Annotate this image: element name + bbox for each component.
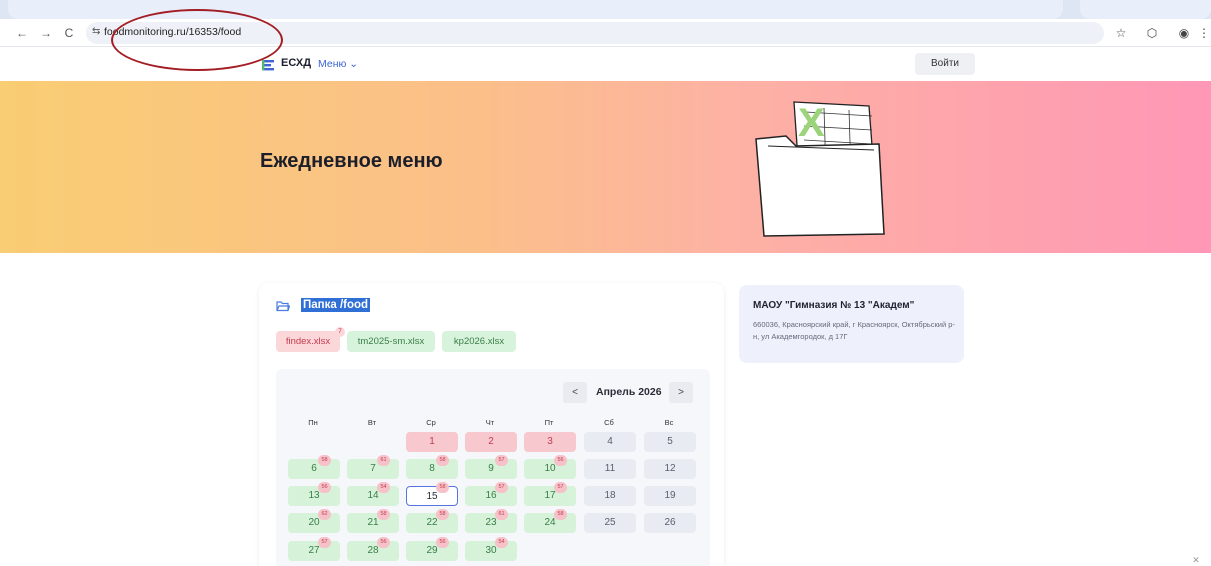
file-chip-kp2026[interactable]: kp2026.xlsx	[442, 331, 516, 352]
calendar-day[interactable]: 26	[644, 513, 696, 533]
calendar-day[interactable]: 1	[406, 432, 458, 452]
calendar-day-badge: 56	[554, 455, 567, 466]
browser-tab-active[interactable]	[8, 0, 1063, 19]
calendar-day[interactable]: 3	[524, 432, 576, 452]
calendar-day-badge: 61	[377, 455, 390, 466]
arrow-right-icon[interactable]: →	[38, 24, 54, 42]
profile-icon[interactable]: ◉	[1175, 23, 1193, 43]
calendar-prev-button[interactable]: <	[563, 382, 587, 403]
browser-toolbar: ← → C ⇆ foodmonitoring.ru/16353/food ☆ ⬡…	[0, 19, 1211, 47]
calendar-day-badge: 57	[318, 537, 331, 548]
calendar-next-button[interactable]: >	[669, 382, 693, 403]
calendar-day-badge: 54	[495, 537, 508, 548]
school-name: МАОУ "Гимназия № 13 "Академ"	[753, 300, 915, 311]
browser-tab[interactable]	[1080, 0, 1211, 19]
calendar-weekday: Ср	[426, 418, 436, 427]
calendar-day[interactable]: 28	[347, 541, 399, 561]
calendar-day[interactable]: 30	[465, 541, 517, 561]
calendar-day-badge: 58	[377, 509, 390, 520]
bookmark-star-icon[interactable]: ☆	[1112, 23, 1130, 43]
page-title: Ежедневное меню	[260, 150, 443, 172]
browser-tabstrip	[0, 0, 1211, 19]
calendar-day[interactable]: 12	[644, 459, 696, 479]
calendar-day[interactable]: 14	[347, 486, 399, 506]
url-text[interactable]: foodmonitoring.ru/16353/food	[104, 26, 241, 38]
calendar-day-selected[interactable]: 15	[406, 486, 458, 506]
calendar-day-badge: 57	[495, 455, 508, 466]
file-chip-findex[interactable]: findex.xlsx	[276, 331, 340, 352]
calendar-day-badge: 57	[554, 482, 567, 493]
logo-text[interactable]: ЕСХД	[281, 57, 311, 69]
calendar-day-badge: 56	[318, 482, 331, 493]
calendar-day[interactable]: 27	[288, 541, 340, 561]
calendar-day-badge: 62	[318, 509, 331, 520]
calendar-day[interactable]: 19	[644, 486, 696, 506]
calendar-day[interactable]: 4	[584, 432, 636, 452]
calendar-day-badge: 57	[495, 482, 508, 493]
calendar-day[interactable]: 24	[524, 513, 576, 533]
login-button[interactable]: Войти	[915, 53, 975, 75]
calendar-day[interactable]: 10	[524, 459, 576, 479]
calendar-day-badge: 58	[436, 482, 449, 493]
calendar-day[interactable]: 18	[584, 486, 636, 506]
calendar-day[interactable]: 2	[465, 432, 517, 452]
calendar-day-badge: 58	[318, 455, 331, 466]
calendar-weekday: Пн	[308, 418, 318, 427]
folder-open-icon	[276, 301, 290, 312]
calendar-day[interactable]: 17	[524, 486, 576, 506]
calendar-day[interactable]: 20	[288, 513, 340, 533]
arrow-left-icon[interactable]: ←	[14, 24, 30, 42]
extensions-icon[interactable]: ⬡	[1143, 23, 1161, 43]
calendar-day-badge: 58	[554, 509, 567, 520]
calendar-month-label: Апрель 2026	[596, 386, 662, 398]
calendar-day[interactable]: 6	[288, 459, 340, 479]
site-info-icon[interactable]: ⇆	[92, 26, 100, 37]
calendar-day-badge: 61	[495, 509, 508, 520]
calendar-day[interactable]: 8	[406, 459, 458, 479]
calendar-day[interactable]: 9	[465, 459, 517, 479]
close-icon[interactable]: ✕	[1187, 555, 1205, 566]
site-header	[0, 48, 1211, 81]
calendar-day[interactable]: 16	[465, 486, 517, 506]
school-address: 660036, Красноярский край, г Красноярск,…	[753, 320, 955, 341]
calendar-day-badge: 56	[377, 537, 390, 548]
hero-banner	[0, 81, 1211, 253]
calendar-day[interactable]: 13	[288, 486, 340, 506]
calendar-day[interactable]: 29	[406, 541, 458, 561]
calendar-day-badge: 54	[377, 482, 390, 493]
file-chip-badge: 7	[335, 327, 345, 337]
menu-dropdown[interactable]: Меню ⌄	[318, 58, 358, 70]
calendar-weekday: Чт	[485, 418, 495, 427]
calendar-weekday: Пт	[544, 418, 554, 427]
folder-path-label[interactable]: Папка /food	[301, 298, 371, 312]
calendar-day-badge: 58	[436, 455, 449, 466]
folder-mark: X	[798, 101, 825, 145]
calendar-day-badge: 58	[436, 509, 449, 520]
more-menu-icon[interactable]: ⋮	[1195, 23, 1211, 43]
calendar-day[interactable]: 11	[584, 459, 636, 479]
calendar-day[interactable]: 25	[584, 513, 636, 533]
calendar-day[interactable]: 5	[644, 432, 696, 452]
file-chip-tm2025[interactable]: tm2025-sm.xlsx	[347, 331, 435, 352]
calendar-weekday: Вс	[664, 418, 674, 427]
calendar-day[interactable]: 7	[347, 459, 399, 479]
calendar-day[interactable]: 23	[465, 513, 517, 533]
folder-illustration-icon: X	[755, 101, 885, 237]
reload-icon[interactable]: C	[61, 24, 77, 42]
logo-icon[interactable]	[260, 57, 276, 73]
calendar-weekday: Вт	[367, 418, 377, 427]
calendar-day[interactable]: 22	[406, 513, 458, 533]
calendar-day[interactable]: 21	[347, 513, 399, 533]
calendar-weekday: Сб	[604, 418, 614, 427]
calendar-day-badge: 56	[436, 537, 449, 548]
